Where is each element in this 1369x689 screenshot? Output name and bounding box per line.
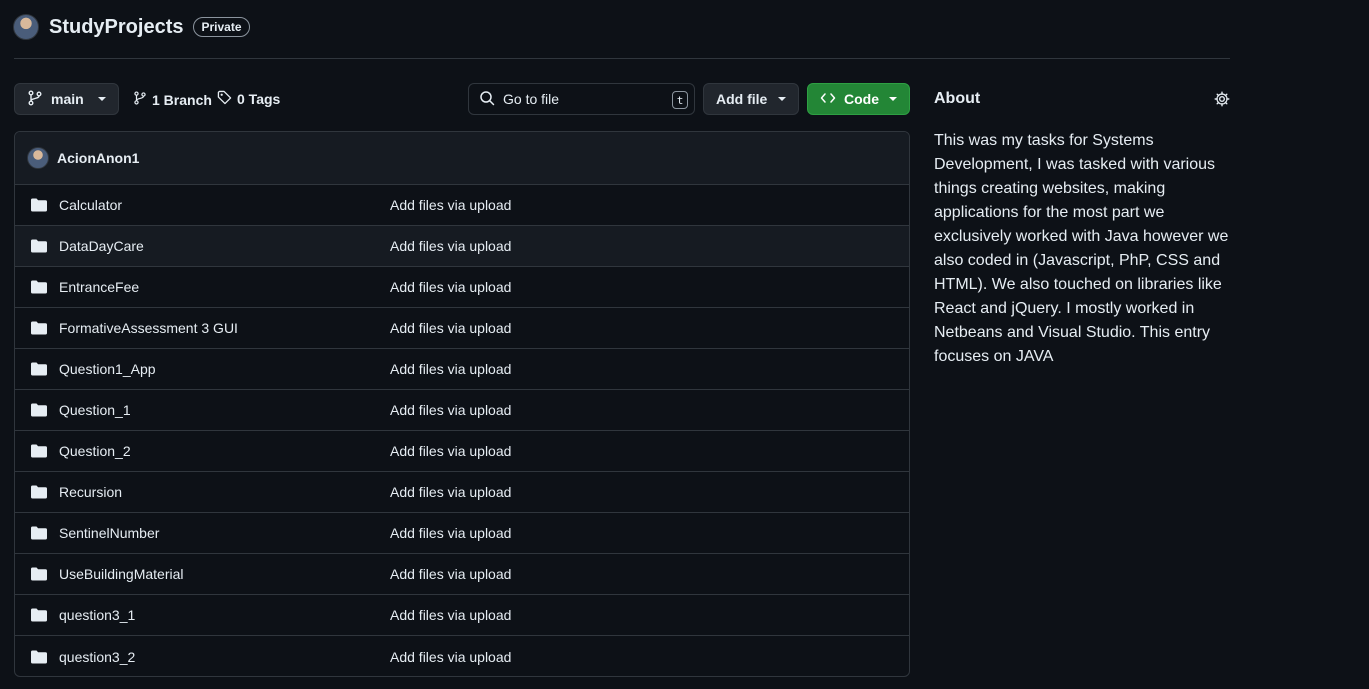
file-name-link[interactable]: SentinelNumber (59, 525, 390, 541)
folder-icon (31, 650, 49, 664)
table-row[interactable]: UseBuildingMaterial Add files via upload (15, 554, 909, 595)
repo-name[interactable]: StudyProjects (49, 16, 183, 39)
folder-icon (31, 362, 49, 376)
table-row[interactable]: Calculator Add files via upload (15, 185, 909, 226)
table-row[interactable]: EntranceFee Add files via upload (15, 267, 909, 308)
file-name-link[interactable]: Calculator (59, 197, 390, 213)
folder-icon (31, 444, 49, 458)
file-name-link[interactable]: question3_1 (59, 607, 390, 623)
commit-message-link[interactable]: Add files via upload (390, 238, 511, 254)
table-row[interactable]: Recursion Add files via upload (15, 472, 909, 513)
table-row[interactable]: DataDayCare Add files via upload (15, 226, 909, 267)
branches-count: 1 Branch (152, 91, 212, 108)
keyboard-shortcut-hint: t (672, 91, 688, 109)
table-row[interactable]: Question1_App Add files via upload (15, 349, 909, 390)
git-branch-icon (27, 90, 43, 109)
branch-select-button[interactable]: main (14, 83, 119, 115)
file-name-link[interactable]: DataDayCare (59, 238, 390, 254)
about-description: This was my tasks for Systems Developmen… (934, 132, 1229, 365)
commit-message-link[interactable]: Add files via upload (390, 443, 511, 459)
folder-icon (31, 608, 49, 622)
gear-icon[interactable] (1214, 91, 1230, 112)
commit-author[interactable]: AcionAnon1 (57, 150, 139, 166)
table-row[interactable]: question3_2 Add files via upload (15, 636, 909, 676)
code-icon (820, 90, 836, 109)
file-name-link[interactable]: UseBuildingMaterial (59, 566, 390, 582)
add-file-button[interactable]: Add file (703, 83, 799, 115)
about-title: About (934, 90, 981, 107)
table-row[interactable]: FormativeAssessment 3 GUI Add files via u… (15, 308, 909, 349)
branches-link[interactable]: 1 Branch (133, 90, 212, 109)
table-row[interactable]: Question_2 Add files via upload (15, 431, 909, 472)
tags-count: 0 Tags (237, 91, 281, 107)
file-list: AcionAnon1 Calculator Add files via uploa… (14, 131, 910, 677)
file-name-link[interactable]: Question1_App (59, 361, 390, 377)
search-placeholder: Go to file (503, 91, 560, 107)
folder-icon (31, 198, 49, 212)
folder-icon (31, 239, 49, 253)
search-icon (479, 90, 495, 109)
commit-message-link[interactable]: Add files via upload (390, 361, 511, 377)
table-row[interactable]: Question_1 Add files via upload (15, 390, 909, 431)
git-branch-icon (133, 90, 147, 109)
commit-message-link[interactable]: Add files via upload (390, 320, 511, 336)
commit-message-link[interactable]: Add files via upload (390, 566, 511, 582)
tag-icon (217, 90, 232, 108)
file-name-link[interactable]: EntranceFee (59, 279, 390, 295)
code-label: Code (844, 91, 879, 107)
folder-icon (31, 321, 49, 335)
commit-message-link[interactable]: Add files via upload (390, 607, 511, 623)
file-name-link[interactable]: question3_2 (59, 649, 390, 665)
table-row[interactable]: SentinelNumber Add files via upload (15, 513, 909, 554)
repo-header: StudyProjects Private (13, 14, 250, 40)
file-name-link[interactable]: FormativeAssessment 3 GUI (59, 320, 390, 336)
go-to-file-input[interactable]: Go to file t (468, 83, 695, 115)
file-name-link[interactable]: Question_1 (59, 402, 390, 418)
chevron-down-icon (778, 97, 786, 101)
commit-message-link[interactable]: Add files via upload (390, 484, 511, 500)
file-name-link[interactable]: Recursion (59, 484, 390, 500)
folder-icon (31, 485, 49, 499)
commit-message-link[interactable]: Add files via upload (390, 197, 511, 213)
chevron-down-icon (889, 97, 897, 101)
file-rows: Calculator Add files via upload DataDayCar… (15, 185, 909, 676)
file-name-link[interactable]: Question_2 (59, 443, 390, 459)
folder-icon (31, 280, 49, 294)
commit-message-link[interactable]: Add files via upload (390, 649, 511, 665)
table-row[interactable]: question3_1 Add files via upload (15, 595, 909, 636)
tags-link[interactable]: 0 Tags (217, 90, 280, 108)
latest-commit-bar: AcionAnon1 (15, 132, 909, 185)
visibility-badge: Private (193, 17, 250, 37)
branch-label: main (51, 91, 84, 107)
header-divider (14, 58, 1230, 59)
about-panel: About This was my tasks for Systems Deve… (934, 90, 1230, 369)
commit-message-link[interactable]: Add files via upload (390, 402, 511, 418)
commit-message-link[interactable]: Add files via upload (390, 279, 511, 295)
avatar[interactable] (13, 14, 39, 40)
folder-icon (31, 526, 49, 540)
avatar[interactable] (27, 147, 49, 169)
folder-icon (31, 567, 49, 581)
folder-icon (31, 403, 49, 417)
chevron-down-icon (98, 97, 106, 101)
code-button[interactable]: Code (807, 83, 910, 115)
add-file-label: Add file (716, 91, 768, 107)
commit-message-link[interactable]: Add files via upload (390, 525, 511, 541)
